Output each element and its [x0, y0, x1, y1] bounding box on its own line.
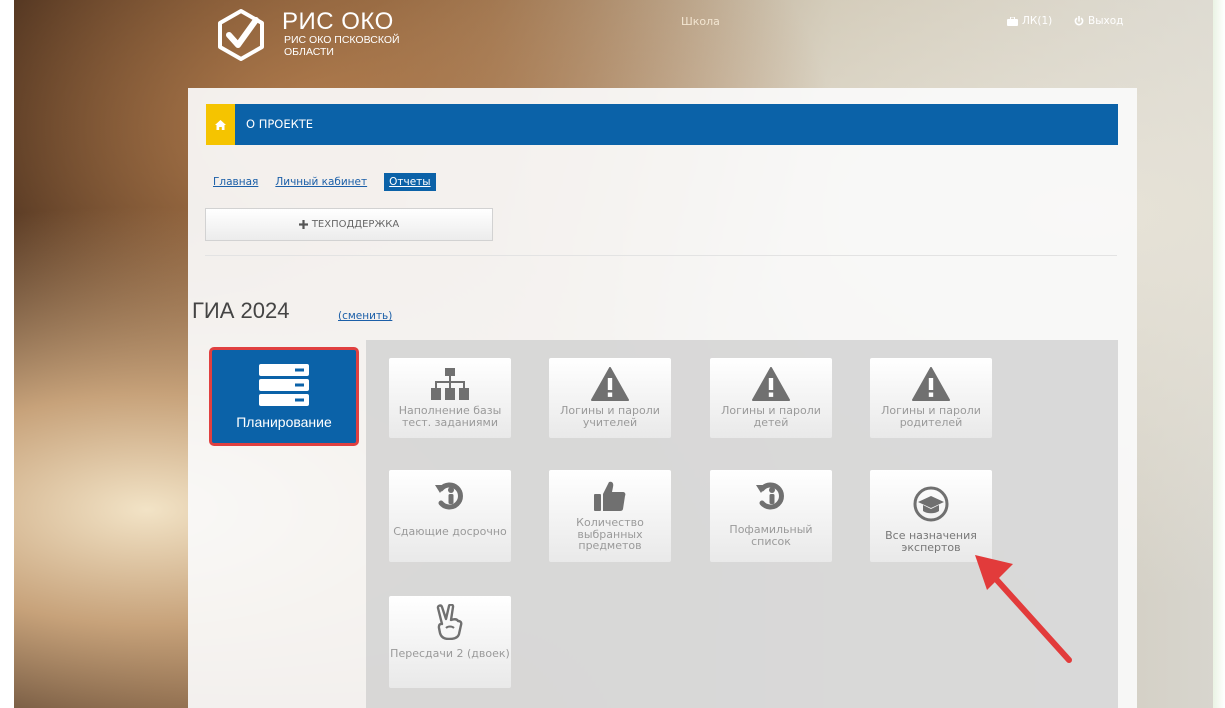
lk-label: ЛК(1) [1022, 15, 1053, 27]
section-title: ГИА 2024 [192, 298, 290, 323]
warning-icon [912, 367, 950, 401]
briefcase-icon [1007, 16, 1018, 26]
tile-label: Пересдачи 2 (двоек) [390, 647, 510, 660]
support-label: ТЕХПОДДЕРЖКА [311, 219, 400, 230]
tile-surname-list[interactable]: Пофамильный список [710, 470, 832, 562]
warning-icon [752, 367, 790, 401]
right-frame [1213, 0, 1225, 708]
planning-tile[interactable]: Планирование [209, 347, 359, 446]
tile-fill-base[interactable]: Наполнение базы тест. заданиями [389, 358, 511, 438]
divider [205, 255, 1117, 256]
planning-label: Планирование [236, 413, 332, 430]
tile-label: Логины и пароли родителей [881, 404, 981, 429]
tile-retakes[interactable]: Пересдачи 2 (двоек) [389, 596, 511, 688]
home-icon [215, 119, 226, 130]
nav-about[interactable]: О ПРОЕКТЕ [246, 117, 313, 131]
thumbs-up-icon [594, 481, 626, 511]
breadcrumb-cabinet[interactable]: Личный кабинет [275, 176, 367, 188]
server-stack-icon [259, 363, 309, 406]
exit-label: Выход [1088, 15, 1124, 27]
support-button[interactable]: ТЕХПОДДЕРЖКА [205, 208, 493, 241]
school-label[interactable]: Школа [681, 15, 720, 28]
tile-expert-assignments[interactable]: Все назначения экспертов [870, 470, 992, 562]
home-button[interactable] [206, 104, 235, 145]
tile-parent-logins[interactable]: Логины и пароли родителей [870, 358, 992, 438]
tile-label: Логины и пароли учителей [560, 404, 660, 429]
red-arrow-annotation [975, 555, 1072, 663]
victory-hand-icon [436, 604, 463, 640]
lk-link[interactable]: ЛК(1) [1007, 15, 1052, 27]
main-navbar: О ПРОЕКТЕ [206, 104, 1118, 145]
tile-label: Сдающие досрочно [393, 525, 507, 538]
tile-early-exam[interactable]: Сдающие досрочно [389, 470, 511, 562]
breadcrumb: Главная Личный кабинет Отчеты [213, 173, 436, 191]
checkmark-logo-icon[interactable] [214, 8, 268, 62]
breadcrumb-reports[interactable]: Отчеты [384, 173, 436, 191]
exit-link[interactable]: Выход [1074, 15, 1123, 27]
tile-label: Количество выбранных предметов [576, 516, 644, 552]
brand-title: РИС ОКО [282, 8, 394, 35]
tile-label: Наполнение базы тест. заданиями [398, 404, 502, 429]
tile-subjects-count[interactable]: Количество выбранных предметов [549, 470, 671, 562]
plus-icon [298, 220, 308, 229]
tile-children-logins[interactable]: Логины и пароли детей [710, 358, 832, 438]
tile-label: Логины и пароли детей [721, 404, 821, 429]
undo-person-icon [756, 482, 784, 510]
tile-label: Пофамильный список [729, 523, 813, 548]
left-frame [0, 0, 14, 708]
graduation-cap-icon [913, 486, 949, 522]
sitemap-icon [431, 368, 469, 400]
power-icon [1074, 16, 1084, 26]
change-link[interactable]: (сменить) [338, 310, 392, 322]
brand-subtitle: РИС ОКО ПСКОВСКОЙ ОБЛАСТИ [284, 34, 400, 58]
warning-icon [591, 367, 629, 401]
breadcrumb-home[interactable]: Главная [213, 176, 258, 188]
tile-teacher-logins[interactable]: Логины и пароли учителей [549, 358, 671, 438]
undo-person-icon [435, 482, 463, 510]
